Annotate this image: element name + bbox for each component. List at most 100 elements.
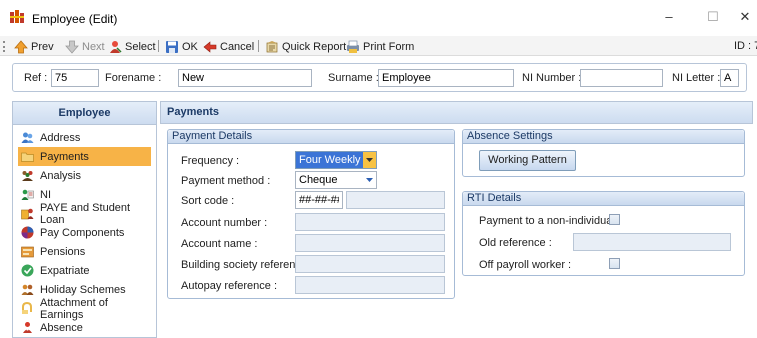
title-bar: Employee (Edit) – ☐ ✕ [0, 0, 757, 36]
holiday-icon [21, 284, 34, 295]
cancel-button[interactable]: Cancel [203, 39, 254, 54]
sort-code-label: Sort code : [181, 195, 235, 207]
sidebar-item-label: Payments [40, 150, 89, 163]
autopay-label: Autopay reference : [181, 280, 278, 292]
payment-method-label: Payment method : [181, 175, 271, 187]
print-icon [347, 40, 359, 53]
surname-label: Surname : [328, 72, 379, 84]
sidebar-item-label: Address [40, 131, 81, 144]
employee-sidebar: Employee Address Payments Analysis NI PA… [12, 101, 157, 338]
rti-details-group: RTI Details Payment to a non-individual … [462, 191, 745, 276]
prev-button[interactable]: Prev [14, 39, 54, 54]
sidebar-item-analysis[interactable]: Analysis [18, 166, 151, 185]
next-button[interactable]: Next [65, 39, 105, 54]
frequency-value: Four Weekly [299, 154, 361, 166]
ni-letter-input[interactable] [720, 69, 739, 87]
next-label: Next [82, 40, 105, 53]
payments-folder-icon [21, 152, 34, 162]
payment-method-dropdown[interactable]: Cheque [295, 171, 377, 189]
payment-details-group: Payment Details Frequency : Four Weekly … [167, 129, 455, 299]
autopay-input[interactable] [295, 276, 445, 294]
sidebar-item-pensions[interactable]: Pensions [18, 242, 151, 261]
toolbar-grip [3, 41, 5, 52]
arrow-down-icon [65, 40, 79, 54]
sidebar-item-label: Pensions [40, 245, 86, 258]
non-individual-checkbox[interactable] [609, 214, 620, 225]
sidebar-item-label: NI [40, 188, 51, 201]
sidebar-item-absence[interactable]: Absence [18, 318, 151, 337]
print-form-button[interactable]: Print Form [346, 39, 414, 54]
ok-label: OK [182, 40, 198, 53]
maximize-button[interactable]: ☐ [703, 8, 723, 26]
off-payroll-checkbox[interactable] [609, 258, 620, 269]
save-disk-icon [166, 40, 178, 53]
building-society-input[interactable] [295, 255, 445, 273]
select-person-icon [110, 40, 122, 53]
select-label: Select [125, 40, 156, 53]
employee-header-panel: Ref : Forename : Surname : NI Number : N… [12, 63, 747, 92]
off-payroll-label: Off payroll worker : [479, 259, 572, 271]
ni-icon [21, 189, 34, 200]
working-pattern-button[interactable]: Working Pattern [479, 150, 576, 171]
quick-report-label: Quick Report [282, 40, 347, 53]
payment-details-title: Payment Details [168, 130, 454, 144]
close-button[interactable]: ✕ [735, 8, 755, 26]
rti-details-title: RTI Details [463, 192, 744, 206]
frequency-dropdown[interactable]: Four Weekly [295, 151, 377, 169]
old-reference-input[interactable] [573, 233, 731, 251]
sidebar-item-label: Pay Components [40, 226, 125, 239]
sidebar-item-label: PAYE and Student Loan [40, 201, 131, 226]
sidebar-item-expatriate[interactable]: Expatriate [18, 261, 151, 280]
sidebar-item-attachment-of-earnings[interactable]: Attachment of Earnings [18, 296, 151, 321]
record-id: ID : 75 [734, 40, 757, 52]
ok-button[interactable]: OK [165, 39, 198, 54]
sidebar-item-payments[interactable]: Payments [18, 147, 151, 166]
forename-label: Forename : [105, 72, 162, 84]
payment-method-value: Cheque [299, 174, 338, 186]
old-reference-label: Old reference : [479, 237, 552, 249]
prev-label: Prev [31, 40, 54, 53]
sidebar-item-pay-components[interactable]: Pay Components [18, 223, 151, 242]
minimize-button[interactable]: – [659, 8, 679, 26]
sort-code-bank-field [346, 191, 445, 209]
pensions-icon [21, 246, 34, 258]
sidebar-item-paye[interactable]: PAYE and Student Loan [18, 201, 151, 226]
window-title: Employee (Edit) [32, 12, 118, 26]
ni-number-label: NI Number : [522, 72, 582, 84]
ni-number-input[interactable] [580, 69, 663, 87]
account-number-input[interactable] [295, 213, 445, 231]
paye-icon [21, 208, 34, 220]
report-icon [266, 40, 278, 52]
sidebar-item-label: Absence [40, 321, 83, 334]
building-society-label: Building society reference : [181, 259, 314, 271]
cancel-arrow-icon [203, 40, 217, 53]
page-title: Payments [160, 101, 753, 124]
toolbar-separator [258, 40, 259, 52]
non-individual-label: Payment to a non-individual : [479, 215, 621, 227]
toolbar-separator [158, 40, 159, 52]
print-form-label: Print Form [363, 40, 415, 53]
account-name-input[interactable] [295, 234, 445, 252]
attachment-icon [22, 302, 32, 314]
quick-report-button[interactable]: Quick Report [265, 39, 346, 54]
app-icon [10, 10, 24, 23]
sidebar-item-address[interactable]: Address [18, 128, 151, 147]
sidebar-item-label: Holiday Schemes [40, 283, 126, 296]
ref-input[interactable] [51, 69, 99, 87]
select-button[interactable]: Select [108, 39, 156, 54]
absence-icon [23, 322, 32, 333]
ni-letter-label: NI Letter : [672, 72, 721, 84]
absence-settings-title: Absence Settings [463, 130, 744, 144]
sort-code-input[interactable] [295, 191, 343, 209]
sidebar-item-label: Attachment of Earnings [40, 296, 108, 321]
expatriate-icon [21, 264, 34, 277]
sidebar-item-label: Expatriate [40, 264, 90, 277]
cancel-label: Cancel [220, 40, 255, 53]
surname-input[interactable] [378, 69, 514, 87]
forename-input[interactable] [178, 69, 312, 87]
payments-panel: Payments Payment Details Frequency : Fou… [160, 101, 753, 338]
frequency-label: Frequency : [181, 155, 240, 167]
sidebar-title: Employee [13, 102, 156, 125]
arrow-up-icon [14, 39, 28, 53]
ref-label: Ref : [24, 72, 48, 84]
